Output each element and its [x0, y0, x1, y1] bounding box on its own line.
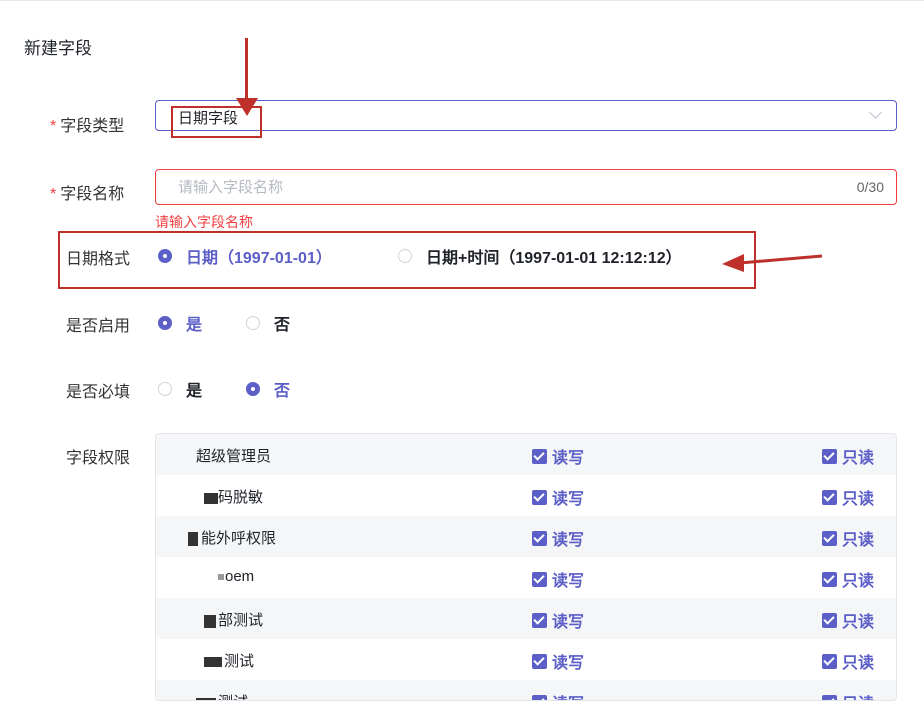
checkbox-checked-icon: [532, 530, 547, 546]
checkbox-checked-icon: [532, 448, 547, 464]
field-type-label: * 字段类型: [50, 118, 125, 135]
read-only-checkbox[interactable]: 只读: [822, 567, 874, 591]
read-write-checkbox[interactable]: 读写: [532, 485, 584, 509]
required-option-yes[interactable]: 是: [158, 377, 202, 401]
role-name: 测试: [196, 691, 248, 700]
checkbox-checked-icon: [532, 571, 547, 587]
checkbox-checked-icon: [532, 489, 547, 505]
checkbox-checked-icon: [822, 448, 837, 464]
redacted-block: [204, 492, 218, 504]
redacted-block: [204, 614, 216, 628]
permissions-table[interactable]: 超级管理员 读写 只读 码脱敏 读写 只读 能外呼权限 读写 只读 oem 读写…: [155, 433, 897, 701]
required-mark: *: [50, 118, 57, 135]
checkbox-checked-icon: [532, 612, 547, 628]
read-write-checkbox[interactable]: 读写: [532, 526, 584, 550]
checkbox-checked-icon: [532, 694, 547, 700]
read-only-checkbox[interactable]: 只读: [822, 526, 874, 550]
annotation-box-date-format: [58, 231, 756, 289]
redacted-block: [218, 574, 224, 581]
read-only-checkbox[interactable]: 只读: [822, 608, 874, 632]
required-option-no[interactable]: 否: [246, 377, 290, 401]
radio-checked-icon: [246, 382, 260, 396]
enabled-option-yes[interactable]: 是: [158, 311, 202, 335]
chevron-down-icon: [869, 106, 882, 119]
read-write-checkbox[interactable]: 读写: [532, 649, 584, 673]
table-row: 部测试 读写 只读: [156, 598, 896, 639]
permissions-label: 字段权限: [66, 450, 131, 467]
checkbox-checked-icon: [822, 694, 837, 700]
field-name-input[interactable]: [176, 178, 800, 197]
redacted-block: [196, 698, 216, 700]
read-only-checkbox[interactable]: 只读: [822, 444, 874, 468]
role-name: 码脱敏: [204, 486, 263, 507]
enabled-option-no[interactable]: 否: [246, 311, 290, 335]
radio-unchecked-icon: [246, 316, 260, 330]
field-type-select[interactable]: 日期字段: [155, 100, 897, 131]
read-only-checkbox[interactable]: 只读: [822, 649, 874, 673]
role-name: oem: [218, 568, 254, 585]
radio-unchecked-icon: [158, 382, 172, 396]
checkbox-checked-icon: [532, 653, 547, 669]
table-row: 测试 读写 只读: [156, 680, 896, 700]
table-row: 码脱敏 读写 只读: [156, 475, 896, 516]
char-counter: 0/30: [856, 179, 884, 195]
read-write-checkbox[interactable]: 读写: [532, 444, 584, 468]
read-write-checkbox[interactable]: 读写: [532, 690, 584, 700]
checkbox-checked-icon: [822, 612, 837, 628]
read-write-checkbox[interactable]: 读写: [532, 608, 584, 632]
field-name-label: * 字段名称: [50, 186, 125, 203]
read-write-checkbox[interactable]: 读写: [532, 567, 584, 591]
required-label: 是否必填: [66, 384, 131, 401]
redacted-block: [204, 657, 222, 668]
required-mark: *: [50, 186, 57, 203]
table-row: 测试 读写 只读: [156, 639, 896, 680]
role-name: 能外呼权限: [188, 527, 276, 548]
checkbox-checked-icon: [822, 653, 837, 669]
checkbox-checked-icon: [822, 530, 837, 546]
arrow-down-head-icon: [236, 98, 258, 116]
enabled-label: 是否启用: [66, 318, 131, 335]
table-row: 能外呼权限 读写 只读: [156, 516, 896, 557]
top-divider: [0, 0, 924, 1]
redacted-block: [188, 532, 198, 547]
role-name: 部测试: [204, 609, 263, 630]
annotation-arrow-down: [245, 38, 248, 102]
role-name: 超级管理员: [196, 448, 272, 465]
field-name-error: 请输入字段名称: [155, 214, 253, 230]
page-title: 新建字段: [24, 39, 92, 58]
checkbox-checked-icon: [822, 571, 837, 587]
field-name-input-wrapper: 0/30: [155, 169, 897, 205]
annotation-arrow-left: [722, 254, 823, 272]
checkbox-checked-icon: [822, 489, 837, 505]
table-row: oem 读写 只读: [156, 557, 896, 598]
table-row: 超级管理员 读写 只读: [156, 434, 896, 475]
read-only-checkbox[interactable]: 只读: [822, 485, 874, 509]
role-name: 测试: [204, 650, 254, 671]
radio-checked-icon: [158, 316, 172, 330]
read-only-checkbox[interactable]: 只读: [822, 690, 874, 700]
